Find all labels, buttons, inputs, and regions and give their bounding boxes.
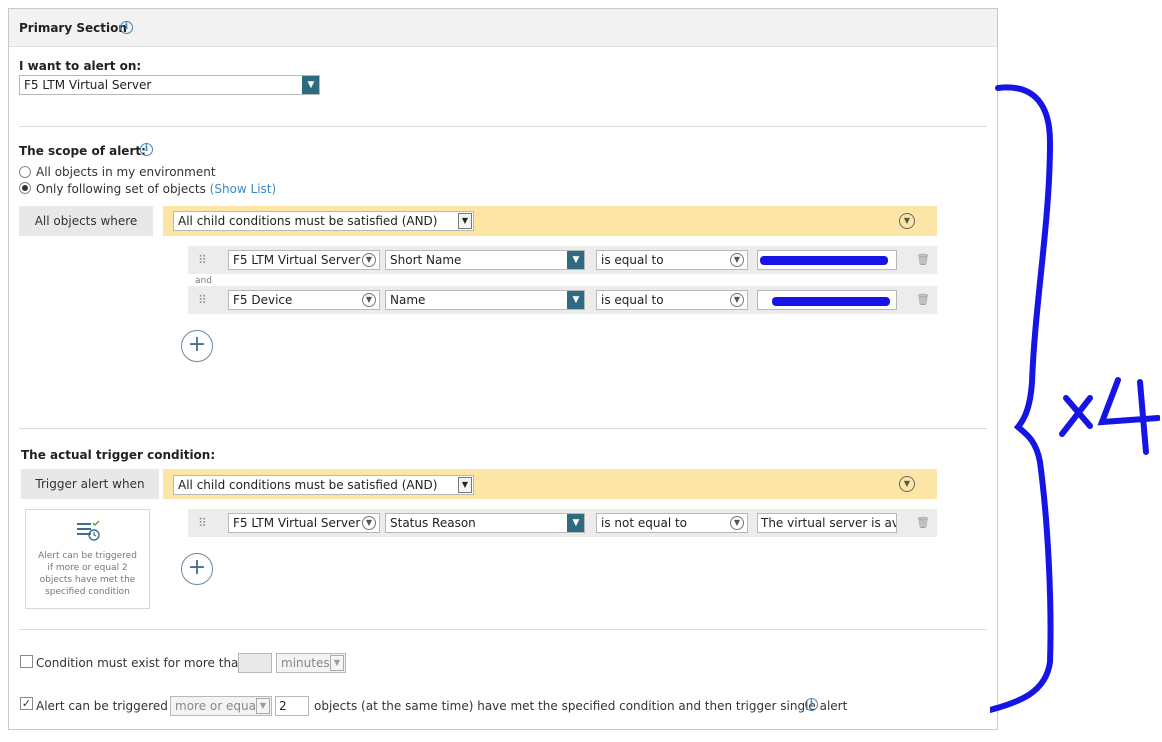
condition-object-select[interactable]: F5 Device ▼ <box>228 290 380 310</box>
add-condition-button[interactable]: + <box>181 553 213 585</box>
alert-on-select[interactable]: F5 LTM Virtual Server ▼ <box>19 75 320 95</box>
chevron-down-icon[interactable]: ▼ <box>362 253 376 267</box>
trigger-logic-value: All child conditions must be satisfied (… <box>178 478 438 492</box>
alert-on-value: F5 LTM Virtual Server <box>24 78 152 92</box>
condition-exist-checkbox[interactable] <box>20 655 33 668</box>
chevron-down-icon[interactable]: ▼ <box>330 655 344 671</box>
condition-list-icon <box>76 520 100 541</box>
chevron-down-icon[interactable]: ▼ <box>362 516 376 530</box>
redaction-mark <box>760 256 888 265</box>
alert-triggered-count-value: 2 <box>279 699 287 713</box>
radio-following-objects-label: Only following set of objects (Show List… <box>36 182 276 196</box>
condition-value-input[interactable]: The virtual server is availa <box>757 513 897 533</box>
condition-property-select[interactable]: Name ▼ <box>385 290 585 310</box>
drag-handle-icon[interactable]: ⠿ <box>198 516 207 530</box>
condition-object-value: F5 Device <box>233 293 293 307</box>
trash-icon[interactable]: 🗑 <box>916 293 930 306</box>
trash-icon[interactable]: 🗑 <box>916 253 930 266</box>
alert-triggered-count-input[interactable]: 2 <box>275 696 309 716</box>
alert-triggered-suffix: objects (at the same time) have met the … <box>314 699 848 713</box>
condition-object-select[interactable]: F5 LTM Virtual Server ▼ <box>228 250 380 270</box>
chevron-down-icon[interactable]: ▼ <box>362 293 376 307</box>
condition-row: ⠿ F5 LTM Virtual Server ▼ Short Name ▼ i… <box>188 246 937 274</box>
primary-section-title: Primary Section <box>19 21 127 35</box>
scope-label: The scope of alert: <box>19 144 146 158</box>
drag-handle-icon[interactable]: ⠿ <box>198 253 207 267</box>
trigger-logic-select[interactable]: All child conditions must be satisfied (… <box>173 475 474 495</box>
condition-object-value: F5 LTM Virtual Server <box>233 253 361 267</box>
chevron-down-icon[interactable]: ▼ <box>730 253 744 267</box>
info-icon[interactable]: i <box>120 21 133 34</box>
condition-object-select[interactable]: F5 LTM Virtual Server ▼ <box>228 513 380 533</box>
and-label: and <box>195 276 212 286</box>
trash-icon[interactable]: 🗑 <box>916 516 930 529</box>
alert-triggered-checkbox[interactable]: ✓ <box>20 697 33 710</box>
handwritten-brace-annotation <box>990 84 1160 713</box>
scope-logic-select[interactable]: All child conditions must be satisfied (… <box>173 211 474 231</box>
condition-property-select[interactable]: Status Reason ▼ <box>385 513 585 533</box>
condition-value-input[interactable] <box>757 290 897 310</box>
add-condition-button[interactable]: + <box>181 330 213 362</box>
info-icon[interactable]: i <box>140 143 153 156</box>
condition-operator-value: is equal to <box>601 253 664 267</box>
info-icon[interactable]: i <box>805 698 818 711</box>
trigger-summary-text: Alert can be triggered if more or equal … <box>38 551 137 597</box>
divider <box>19 428 987 429</box>
chevron-down-icon[interactable]: ▼ <box>567 291 584 309</box>
chevron-down-icon[interactable]: ▼ <box>458 213 472 229</box>
condition-value-input[interactable] <box>757 250 897 270</box>
redaction-mark <box>772 297 890 306</box>
chevron-down-icon[interactable]: ▼ <box>567 514 584 532</box>
collapse-chevron-icon[interactable]: ▼ <box>899 213 915 229</box>
condition-row: ⠿ F5 Device ▼ Name ▼ is equal to ▼ 🗑 <box>188 286 937 314</box>
chevron-down-icon[interactable]: ▼ <box>730 516 744 530</box>
condition-exist-unit-value: minutes <box>281 656 330 670</box>
alert-triggered-label: Alert can be triggered if <box>36 699 180 713</box>
condition-property-value: Short Name <box>390 253 462 267</box>
condition-value-text: The virtual server is availa <box>761 516 896 530</box>
condition-operator-select[interactable]: is equal to ▼ <box>596 290 748 310</box>
radio-following-objects[interactable] <box>19 182 31 194</box>
condition-operator-value: is not equal to <box>601 516 688 530</box>
condition-object-value: F5 LTM Virtual Server <box>233 516 361 530</box>
alert-on-label: I want to alert on: <box>19 59 142 73</box>
divider <box>19 126 987 127</box>
primary-section-header: Primary Section i <box>9 9 997 47</box>
chevron-down-icon[interactable]: ▼ <box>458 477 472 493</box>
radio-all-objects[interactable] <box>19 166 31 178</box>
condition-operator-select[interactable]: is equal to ▼ <box>596 250 748 270</box>
radio-following-text: Only following set of objects <box>36 182 206 196</box>
chevron-down-icon[interactable]: ▼ <box>256 698 270 714</box>
condition-property-value: Status Reason <box>390 516 476 530</box>
trigger-summary-card: Alert can be triggered if more or equal … <box>25 509 150 609</box>
condition-exist-unit-select[interactable]: minutes ▼ <box>276 653 346 673</box>
chevron-down-icon[interactable]: ▼ <box>567 251 584 269</box>
scope-logic-bar: All child conditions must be satisfied (… <box>163 206 937 236</box>
condition-property-select[interactable]: Short Name ▼ <box>385 250 585 270</box>
condition-operator-select[interactable]: is not equal to ▼ <box>596 513 748 533</box>
trigger-label: The actual trigger condition: <box>21 448 216 462</box>
alert-definition-panel: Primary Section i I want to alert on: F5… <box>8 8 998 730</box>
chevron-down-icon[interactable]: ▼ <box>302 76 319 94</box>
condition-row: ⠿ F5 LTM Virtual Server ▼ Status Reason … <box>188 509 937 537</box>
scope-logic-value: All child conditions must be satisfied (… <box>178 214 438 228</box>
trigger-logic-bar: All child conditions must be satisfied (… <box>163 469 937 499</box>
condition-exist-input[interactable] <box>238 653 272 673</box>
alert-triggered-mode-value: more or equal <box>175 699 260 713</box>
show-list-link[interactable]: (Show List) <box>210 182 277 196</box>
chevron-down-icon[interactable]: ▼ <box>730 293 744 307</box>
trigger-alert-when-label: Trigger alert when <box>21 469 159 499</box>
divider <box>19 629 987 630</box>
radio-all-objects-label: All objects in my environment <box>36 165 216 179</box>
condition-exist-label: Condition must exist for more than <box>36 656 247 670</box>
alert-triggered-mode-select[interactable]: more or equal ▼ <box>170 696 272 716</box>
condition-operator-value: is equal to <box>601 293 664 307</box>
all-objects-where-label: All objects where <box>19 206 153 236</box>
collapse-chevron-icon[interactable]: ▼ <box>899 476 915 492</box>
condition-property-value: Name <box>390 293 426 307</box>
drag-handle-icon[interactable]: ⠿ <box>198 293 207 307</box>
